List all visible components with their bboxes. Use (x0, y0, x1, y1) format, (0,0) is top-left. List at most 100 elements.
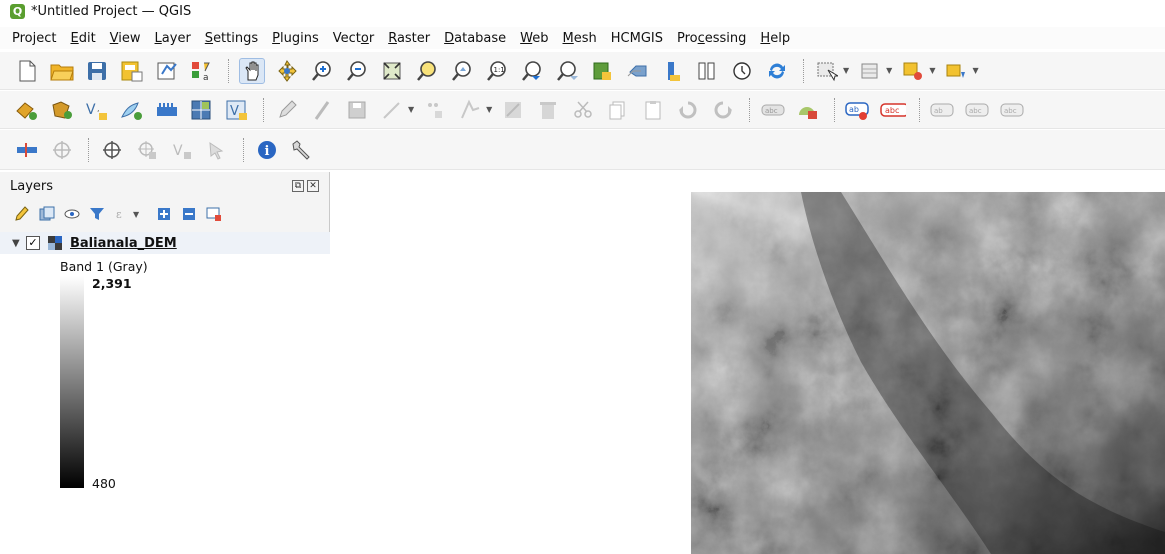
zoom-native-icon[interactable]: 1:1 (484, 58, 510, 84)
window-title: *Untitled Project — QGIS (31, 3, 192, 19)
menu-hcmgis[interactable]: HCMGIS (611, 31, 663, 46)
float-panel-icon[interactable]: ⧉ (292, 180, 304, 192)
save-project-icon[interactable] (84, 58, 110, 84)
expand-all-icon[interactable] (156, 206, 172, 222)
temporal-controller-icon[interactable] (694, 58, 720, 84)
menu-vector[interactable]: Vector (333, 31, 374, 46)
menu-settings[interactable]: Settings (205, 31, 258, 46)
layer-name: Balianala_DEM (70, 235, 177, 251)
menu-database[interactable]: Database (444, 31, 506, 46)
menu-raster[interactable]: Raster (388, 31, 430, 46)
add-vector-layer-icon[interactable] (14, 97, 40, 123)
add-raster-layer-icon[interactable] (49, 97, 75, 123)
highlight-label-icon[interactable]: ab (845, 97, 871, 123)
zoom-full-icon[interactable] (379, 58, 405, 84)
add-wms-icon[interactable] (154, 97, 180, 123)
trash-icon[interactable] (535, 97, 561, 123)
dropdown-arrow-icon[interactable]: ▼ (886, 66, 892, 75)
pointer-tool-icon[interactable] (204, 137, 230, 163)
zoom-next-icon[interactable] (554, 58, 580, 84)
open-attribute-table-icon[interactable] (857, 58, 883, 84)
menu-help[interactable]: Help (760, 31, 790, 46)
pin-label-icon[interactable]: ab (930, 97, 956, 123)
pan-icon[interactable] (239, 57, 265, 84)
undo-icon[interactable] (675, 97, 701, 123)
new-project-icon[interactable] (14, 58, 40, 84)
label-toolbar-icon[interactable]: abc (760, 97, 786, 123)
map-canvas[interactable] (331, 172, 1165, 554)
dropdown-arrow-icon[interactable]: ▼ (486, 105, 492, 114)
wrench-icon[interactable] (289, 137, 315, 163)
show-bookmarks-icon[interactable] (624, 58, 650, 84)
menu-layer[interactable]: Layer (155, 31, 191, 46)
save-edits-icon[interactable] (344, 97, 370, 123)
layer-row-balianala-dem[interactable]: ▼ ✓ Balianala_DEM (0, 232, 330, 254)
open-layer-styling-icon[interactable] (14, 206, 30, 222)
toolbar-separator (228, 58, 229, 83)
show-hide-labels-icon[interactable]: abc (965, 97, 991, 123)
move-label-icon[interactable]: abc (1000, 97, 1026, 123)
info-icon[interactable]: i (254, 137, 280, 163)
snapping-icon[interactable] (99, 137, 125, 163)
filter-legend-icon[interactable] (89, 206, 105, 222)
dropdown-arrow-icon[interactable]: ▼ (972, 66, 978, 75)
svg-text:V: V (173, 143, 183, 159)
style-manager-icon[interactable]: a (189, 58, 215, 84)
vertex-editor-icon[interactable]: V (169, 137, 195, 163)
save-as-icon[interactable] (119, 58, 145, 84)
layer-visibility-checkbox[interactable]: ✓ (26, 236, 40, 250)
add-shapefile-icon[interactable] (119, 97, 145, 123)
measure-icon[interactable] (14, 137, 40, 163)
close-panel-icon[interactable]: ✕ (307, 180, 319, 192)
zoom-to-selection-icon[interactable] (414, 58, 440, 84)
add-virtual-layer-icon[interactable]: V (224, 97, 250, 123)
add-delimited-text-icon[interactable]: V, (84, 97, 110, 123)
zoom-out-icon[interactable] (344, 58, 370, 84)
label-icon[interactable]: abc (880, 97, 907, 123)
filter-by-expression-icon[interactable]: ε (114, 206, 130, 222)
menu-plugins[interactable]: Plugins (272, 31, 319, 46)
collapse-arrow-icon[interactable]: ▼ (12, 238, 26, 249)
collapse-all-icon[interactable] (181, 206, 197, 222)
copy-features-icon[interactable] (605, 97, 631, 123)
vertex-tool-icon[interactable] (422, 97, 448, 123)
add-line-icon[interactable] (379, 97, 405, 123)
reload-icon[interactable] (764, 58, 790, 84)
pan-to-selection-icon[interactable] (274, 58, 300, 84)
new-map-view-icon[interactable] (659, 58, 685, 84)
advanced-digitize-icon[interactable] (134, 137, 160, 163)
redo-icon[interactable] (710, 97, 736, 123)
menu-project[interactable]: Project (12, 31, 56, 46)
zoom-last-icon[interactable] (519, 58, 545, 84)
open-project-icon[interactable] (49, 58, 75, 84)
new-bookmark-icon[interactable] (589, 58, 615, 84)
dropdown-arrow-icon[interactable]: ▼ (408, 105, 414, 114)
menu-web[interactable]: Web (520, 31, 548, 46)
zoom-to-layer-icon[interactable] (449, 58, 475, 84)
dropdown-arrow-icon[interactable]: ▼ (843, 66, 849, 75)
remove-layer-icon[interactable] (206, 206, 222, 222)
refresh-icon[interactable] (729, 58, 755, 84)
paste-features-icon[interactable] (640, 97, 666, 123)
georeferencer-icon[interactable] (49, 137, 75, 163)
dropdown-arrow-icon[interactable]: ▼ (133, 210, 139, 219)
identify-dropdown-icon[interactable] (943, 58, 969, 84)
modify-attributes-icon[interactable] (457, 97, 483, 123)
delete-selected-icon[interactable] (500, 97, 526, 123)
add-group-icon[interactable] (39, 206, 55, 222)
digitize-icon[interactable] (309, 97, 335, 123)
zoom-in-icon[interactable] (309, 58, 335, 84)
add-wfs-icon[interactable] (189, 97, 215, 123)
menu-view[interactable]: View (110, 31, 141, 46)
menu-mesh[interactable]: Mesh (563, 31, 597, 46)
deselect-icon[interactable] (900, 58, 926, 84)
toggle-editing-icon[interactable] (274, 97, 300, 123)
manage-visibility-icon[interactable] (64, 206, 80, 222)
cut-features-icon[interactable] (570, 97, 596, 123)
layer-diagram-icon[interactable] (795, 97, 821, 123)
print-layout-icon[interactable] (154, 58, 180, 84)
dropdown-arrow-icon[interactable]: ▼ (929, 66, 935, 75)
menu-processing[interactable]: Processing (677, 31, 746, 46)
select-features-icon[interactable] (814, 58, 840, 84)
menu-edit[interactable]: Edit (70, 31, 95, 46)
